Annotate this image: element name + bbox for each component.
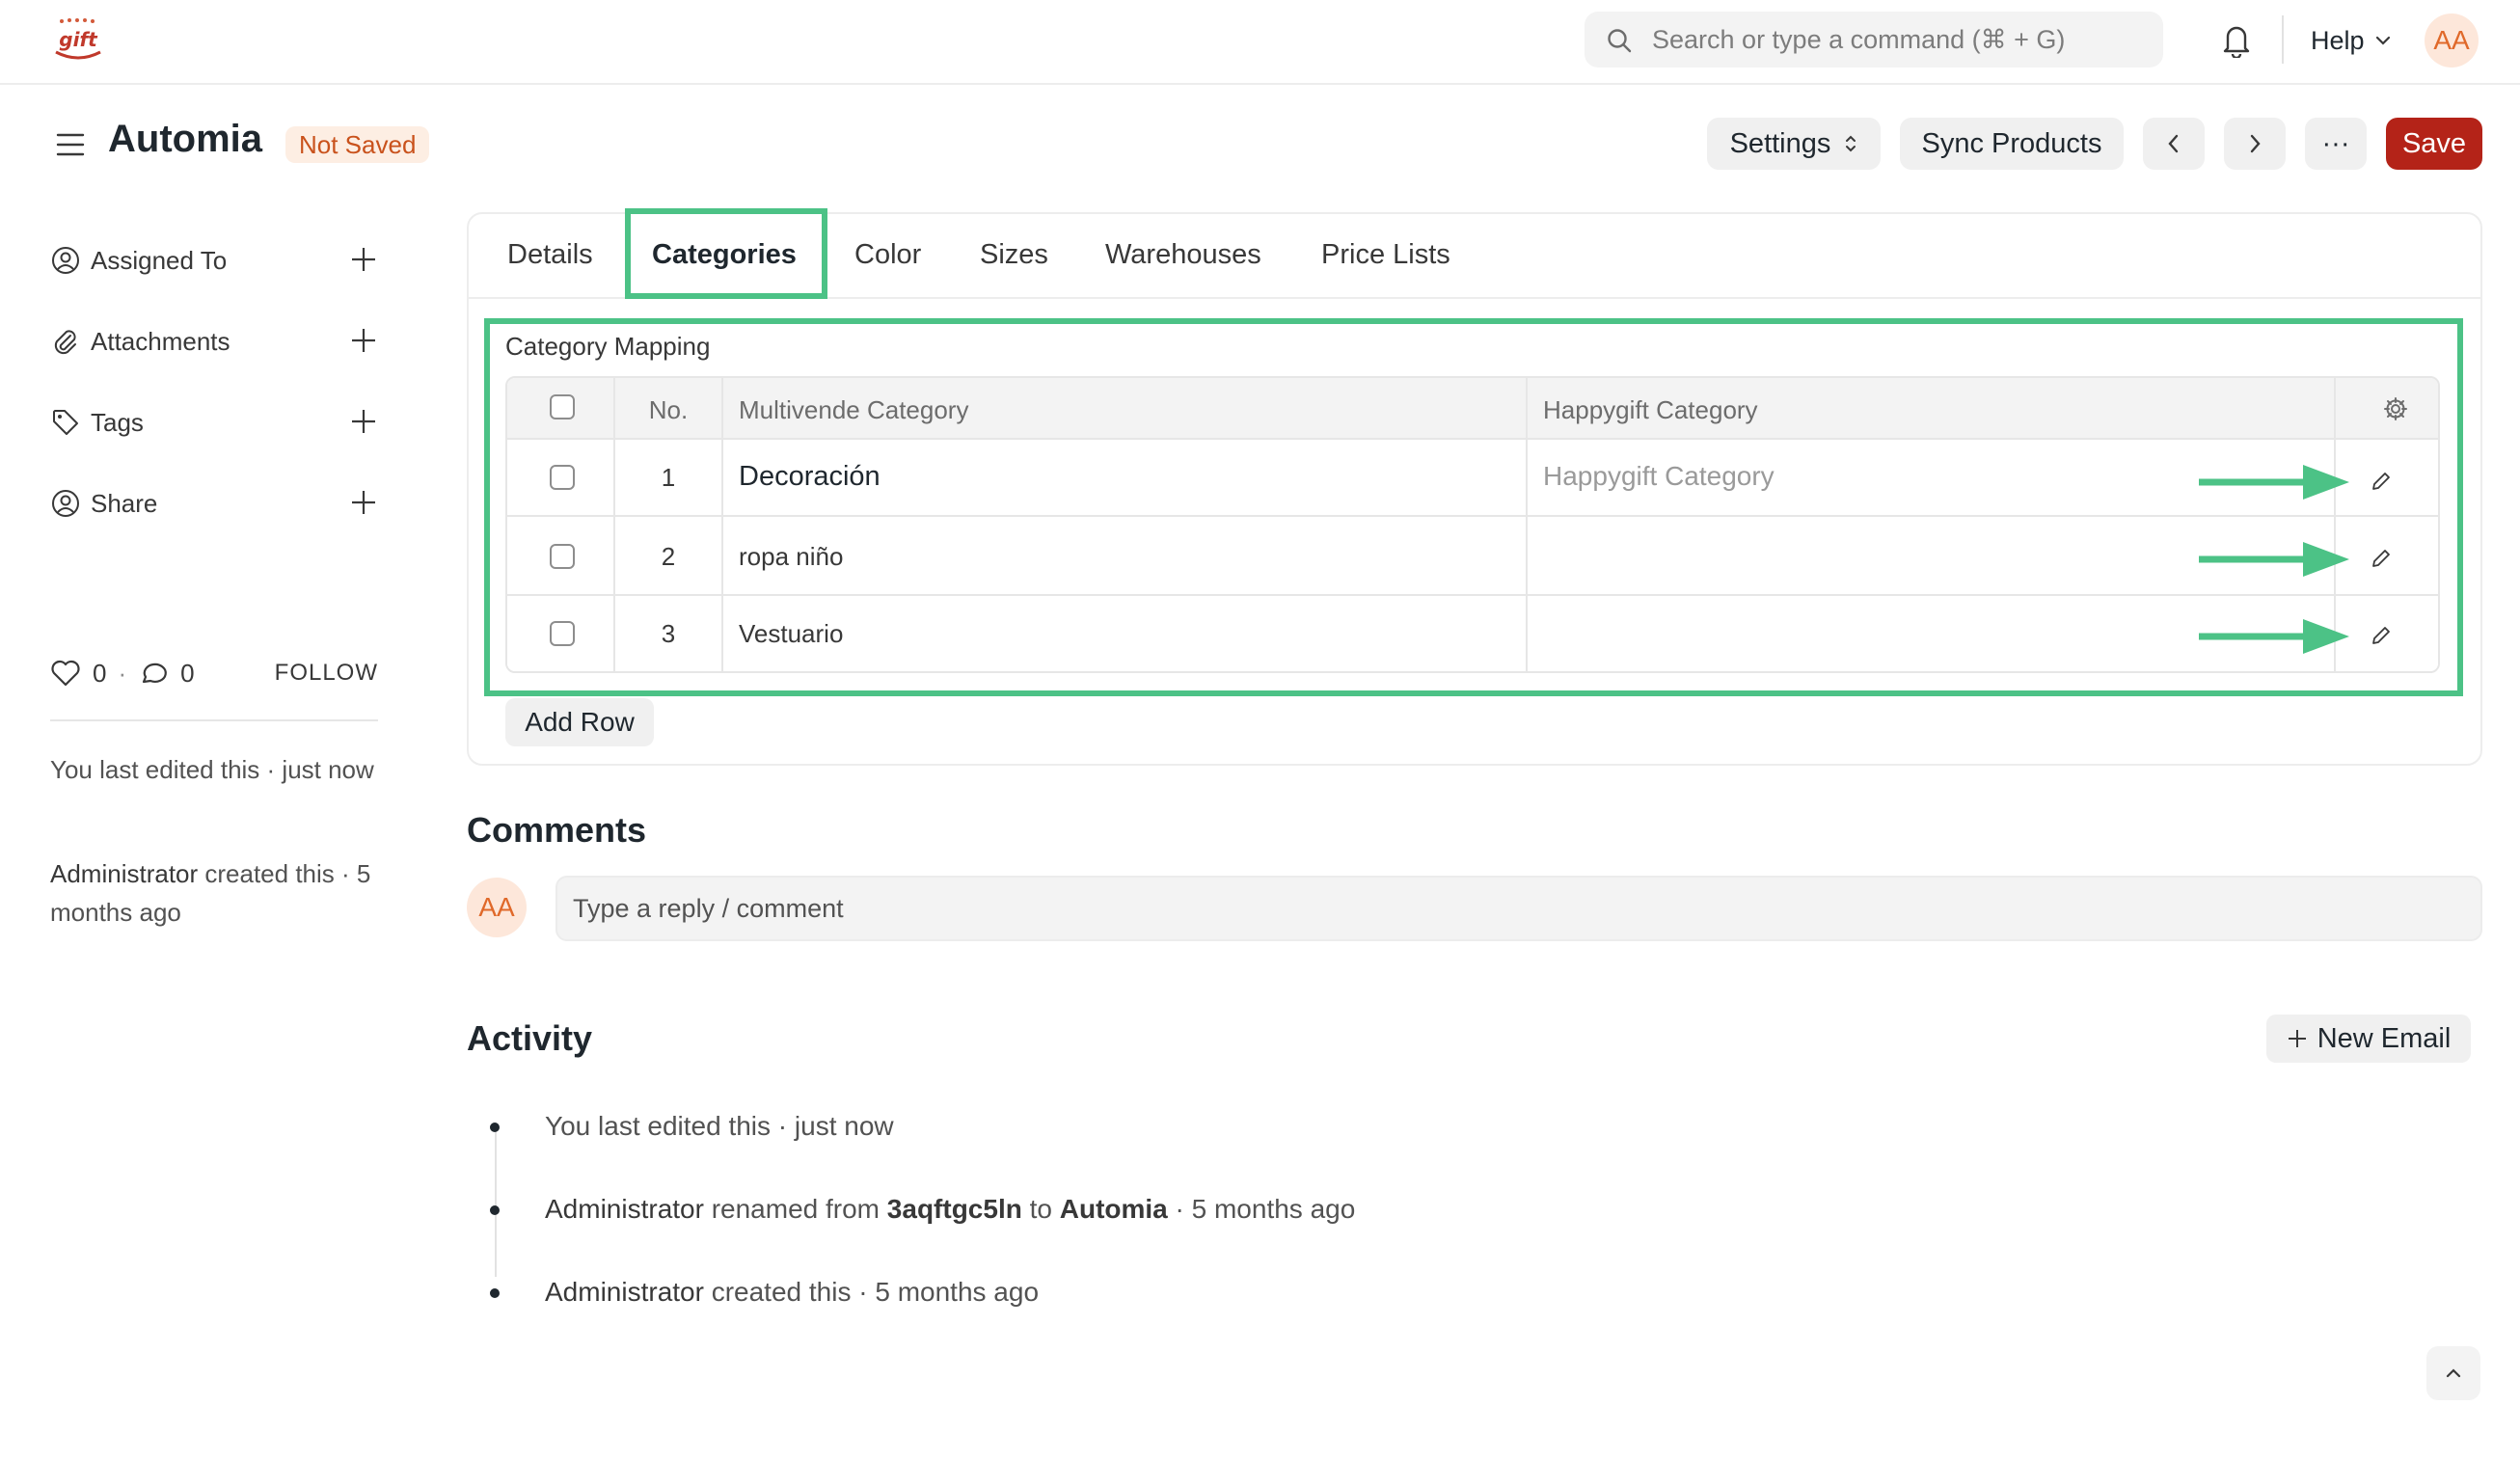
- comment-bubble-icon[interactable]: [138, 659, 169, 688]
- help-label: Help: [2311, 25, 2365, 55]
- settings-button[interactable]: Settings: [1707, 118, 1881, 170]
- svg-text:gift: gift: [59, 28, 98, 51]
- user-share-icon: [52, 490, 79, 517]
- user-avatar[interactable]: AA: [2425, 14, 2479, 68]
- sidebar-divider: [50, 719, 378, 721]
- sidebar-item-share[interactable]: Share: [50, 484, 378, 523]
- settings-label: Settings: [1729, 127, 1831, 159]
- sidebar-item-attachments[interactable]: Attachments: [50, 322, 378, 361]
- activity-text: renamed from: [703, 1194, 887, 1224]
- heart-icon[interactable]: [50, 659, 81, 688]
- last-edited-text: You last edited this · just now: [50, 755, 374, 784]
- help-dropdown[interactable]: Help: [2311, 21, 2392, 60]
- tag-icon: [53, 410, 78, 435]
- scroll-to-top-button[interactable]: [2426, 1346, 2480, 1400]
- add-assignee-icon[interactable]: [349, 245, 378, 274]
- search-bar[interactable]: [1585, 12, 2163, 68]
- sync-products-button[interactable]: Sync Products: [1900, 118, 2124, 170]
- tab-warehouses[interactable]: Warehouses: [1105, 239, 1261, 271]
- chevron-right-icon: [2250, 134, 2261, 153]
- select-arrows-icon: [1846, 135, 1856, 152]
- more-actions-button[interactable]: ···: [2305, 118, 2367, 170]
- tab-price-lists[interactable]: Price Lists: [1321, 239, 1450, 271]
- sidebar-toggle-icon[interactable]: [56, 131, 85, 158]
- new-email-button[interactable]: New Email: [2266, 1015, 2471, 1063]
- tab-details[interactable]: Details: [507, 239, 593, 271]
- next-record-button[interactable]: [2224, 118, 2286, 170]
- tab-sizes[interactable]: Sizes: [980, 239, 1048, 271]
- sidebar-item-label: Share: [91, 488, 158, 518]
- search-input[interactable]: [1652, 19, 2144, 60]
- likes-count: 0: [93, 658, 107, 688]
- chevron-up-icon: [2446, 1368, 2461, 1378]
- save-button[interactable]: Save: [2386, 118, 2482, 170]
- page-title: Automia: [108, 118, 262, 160]
- add-tag-icon[interactable]: [349, 407, 378, 436]
- activity-item: Administrator created this · 5 months ag…: [545, 1277, 1039, 1308]
- chevron-down-icon: [2375, 36, 2390, 45]
- sidebar-item-assigned-to[interactable]: Assigned To: [50, 241, 378, 280]
- app-logo[interactable]: gift: [48, 17, 108, 64]
- timeline-dot: [490, 1123, 500, 1132]
- created-by-text: Administrator created this · 5 months ag…: [50, 854, 378, 932]
- sidebar-item-label: Assigned To: [91, 245, 228, 275]
- new-email-label: New Email: [2317, 1022, 2452, 1054]
- activity-text: created this · 5 months ago: [703, 1277, 1040, 1307]
- comments-heading: Comments: [467, 810, 647, 850]
- follow-button[interactable]: FOLLOW: [275, 660, 378, 687]
- old-name: 3aqftgc5ln: [886, 1194, 1022, 1224]
- timeline-dot: [490, 1288, 500, 1298]
- activity-actor[interactable]: Administrator: [545, 1194, 704, 1224]
- comments-count: 0: [180, 658, 195, 688]
- sidebar-item-tags[interactable]: Tags: [50, 403, 378, 442]
- previous-record-button[interactable]: [2143, 118, 2205, 170]
- notifications-bell-icon[interactable]: [2220, 21, 2253, 58]
- sidebar-item-label: Attachments: [91, 326, 230, 356]
- dot-separator: ·: [118, 658, 127, 688]
- add-attachment-icon[interactable]: [349, 326, 378, 355]
- comment-input[interactable]: [555, 876, 2482, 941]
- sidebar-item-label: Tags: [91, 407, 144, 437]
- navbar: gift Help AA: [0, 0, 2520, 85]
- creator-name[interactable]: Administrator: [50, 859, 198, 888]
- activity-item: Administrator renamed from 3aqftgc5ln to…: [545, 1194, 1355, 1225]
- activity-actor[interactable]: Administrator: [545, 1277, 704, 1307]
- search-icon: [1608, 29, 1632, 53]
- highlight-box-categories-tab: [625, 208, 827, 299]
- chevron-left-icon: [2168, 134, 2179, 153]
- not-saved-badge: Not Saved: [285, 126, 430, 163]
- highlight-box-category-table: [484, 318, 2463, 696]
- add-share-icon[interactable]: [349, 488, 378, 517]
- activity-item: You last edited this · just now: [545, 1111, 894, 1141]
- new-name: Automia: [1059, 1194, 1168, 1224]
- user-circle-icon: [52, 247, 79, 274]
- plus-icon: [2288, 1030, 2306, 1047]
- add-row-button[interactable]: Add Row: [505, 698, 654, 746]
- navbar-divider: [2282, 15, 2284, 64]
- activity-timeline: [495, 1130, 497, 1277]
- likes-comments-row: 0 · 0 FOLLOW: [50, 654, 378, 692]
- timeline-dot: [490, 1205, 500, 1215]
- activity-text: to: [1021, 1194, 1060, 1224]
- activity-text: · 5 months ago: [1167, 1194, 1356, 1224]
- tab-color[interactable]: Color: [854, 239, 921, 271]
- paperclip-icon: [54, 330, 76, 355]
- comment-avatar: AA: [467, 878, 527, 937]
- activity-heading: Activity: [467, 1018, 593, 1058]
